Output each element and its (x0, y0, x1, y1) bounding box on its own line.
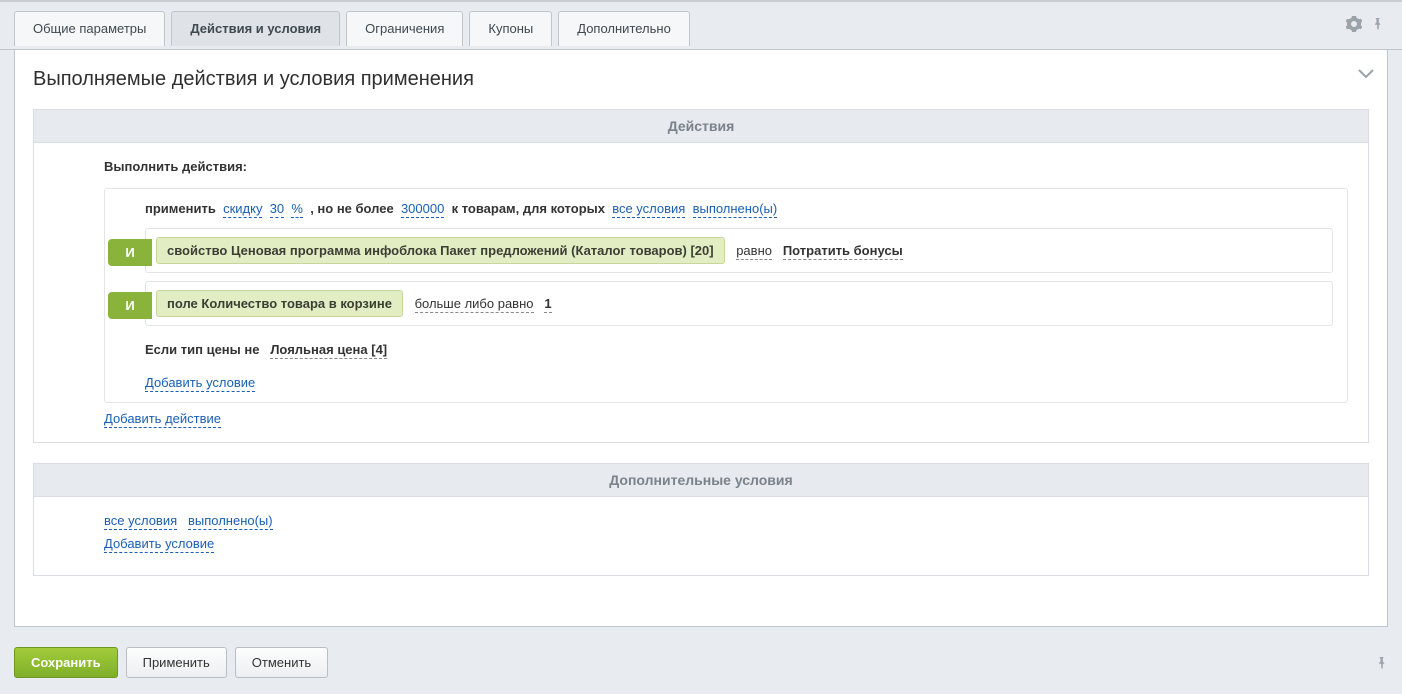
condition-row-3: Если тип цены не Лояльная цена [4] (145, 334, 1333, 365)
run-actions-label: Выполнить действия: (104, 159, 1348, 174)
fulfilled-token[interactable]: выполнено(ы) (693, 201, 778, 218)
condition-row-1: И свойство Ценовая программа инфоблока П… (145, 228, 1333, 273)
collapse-icon[interactable] (1358, 69, 1374, 79)
extra-conditions-line: все условия выполнено(ы) (104, 513, 1348, 528)
section-actions: Действия Выполнить действия: применить с… (33, 109, 1369, 443)
discount-value[interactable]: 30 (270, 201, 284, 218)
and-badge: И (108, 239, 152, 266)
add-action-link[interactable]: Добавить действие (104, 411, 221, 428)
cond1-field-chip[interactable]: свойство Ценовая программа инфоблока Пак… (156, 237, 725, 264)
footer-pin-icon[interactable] (1376, 655, 1388, 671)
apply-button[interactable]: Применить (126, 647, 227, 678)
add-condition-inner[interactable]: Добавить условие (145, 375, 1333, 390)
panel: Выполняемые действия и условия применени… (14, 50, 1388, 627)
action-line: применить скидку 30 % , но не более 3000… (145, 201, 1333, 216)
page-title: Выполняемые действия и условия применени… (33, 68, 1369, 91)
but-not-more-text: , но не более (310, 201, 394, 216)
extra-all-conditions[interactable]: все условия (104, 513, 177, 530)
extra-add-condition-wrap: Добавить условие (104, 536, 1348, 551)
cond3-prefix: Если тип цены не (145, 342, 259, 357)
tab-general[interactable]: Общие параметры (14, 11, 165, 46)
add-condition-link[interactable]: Добавить условие (145, 375, 255, 392)
condition-row-2: И поле Количество товара в корзине больш… (145, 281, 1333, 326)
to-products-text: к товарам, для которых (452, 201, 605, 216)
footer-bar: Сохранить Применить Отменить (14, 637, 1388, 690)
apply-text: применить (145, 201, 216, 216)
pin-icon[interactable] (1372, 16, 1388, 32)
cond1-operator[interactable]: равно (736, 243, 772, 260)
extra-add-condition-link[interactable]: Добавить условие (104, 536, 214, 553)
max-value[interactable]: 300000 (401, 201, 444, 218)
extra-fulfilled[interactable]: выполнено(ы) (188, 513, 273, 530)
actions-box: применить скидку 30 % , но не более 3000… (104, 188, 1348, 403)
discount-type[interactable]: скидку (223, 201, 262, 218)
tabs-row: Общие параметры Действия и условия Огран… (0, 2, 1402, 50)
tabs: Общие параметры Действия и условия Огран… (14, 10, 690, 45)
cond1-value[interactable]: Потратить бонусы (783, 243, 903, 260)
section-extra-conditions: Дополнительные условия все условия выпол… (33, 463, 1369, 576)
cond3-value[interactable]: Лояльная цена [4] (270, 342, 387, 359)
save-button[interactable]: Сохранить (14, 647, 118, 678)
tab-extra[interactable]: Дополнительно (558, 11, 690, 46)
tab-actions[interactable]: Действия и условия (171, 11, 340, 46)
all-conditions-token[interactable]: все условия (612, 201, 685, 218)
tab-limits[interactable]: Ограничения (346, 11, 463, 46)
section-actions-header: Действия (34, 110, 1368, 143)
cond2-value[interactable]: 1 (544, 296, 551, 313)
cancel-button[interactable]: Отменить (235, 647, 328, 678)
and-badge: И (108, 292, 152, 319)
cond2-operator[interactable]: больше либо равно (415, 296, 534, 313)
section-extra-header: Дополнительные условия (34, 464, 1368, 497)
discount-unit[interactable]: % (291, 201, 303, 218)
tab-coupons[interactable]: Купоны (469, 11, 552, 46)
add-action-outer[interactable]: Добавить действие (104, 411, 1348, 426)
cond2-field-chip[interactable]: поле Количество товара в корзине (156, 290, 403, 317)
gear-icon[interactable] (1346, 16, 1362, 32)
